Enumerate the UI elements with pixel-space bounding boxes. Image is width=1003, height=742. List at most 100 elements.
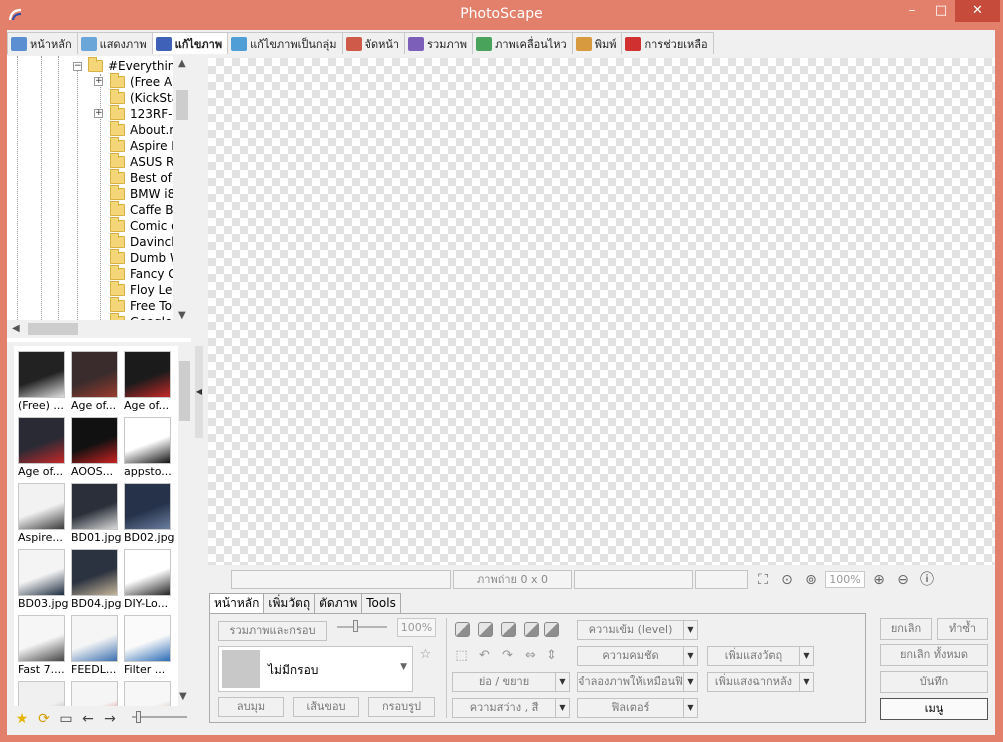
scroll-down-icon[interactable]: ▼ — [179, 691, 187, 702]
scroll-up-icon[interactable]: ▲ — [178, 58, 186, 69]
edit-tab-2[interactable]: ตัดภาพ — [314, 593, 363, 613]
tree-item[interactable]: +123RF-B — [94, 105, 180, 122]
filter-dropdown[interactable]: ฟิลเตอร์ ▼ — [577, 698, 698, 718]
rotate-right-icon[interactable]: ↷ — [499, 647, 516, 664]
thumbnail-item[interactable] — [67, 679, 120, 706]
chevron-down-icon[interactable]: ▼ — [556, 698, 570, 718]
main-tab-0[interactable]: หน้าหลัก — [7, 32, 78, 54]
tree-horizontal-scrollbar[interactable]: ◀ — [7, 320, 191, 338]
thumbnail-image[interactable] — [124, 417, 171, 464]
thumbnail-image[interactable] — [71, 417, 118, 464]
thumbnail-image[interactable] — [71, 615, 118, 662]
zoom-in-icon[interactable]: ⊕ — [869, 570, 889, 590]
thumbnail-item[interactable]: BD01.jpg — [67, 481, 122, 547]
thumbnail-item[interactable]: BD04.jpg — [67, 547, 122, 613]
thumbnail-image[interactable] — [71, 351, 118, 398]
thumbnail-size-slider[interactable] — [132, 711, 187, 723]
main-tab-3[interactable]: แก้ไขภาพเป็นกลุ่ม — [227, 32, 343, 54]
redo-button[interactable]: ทำซ้ำ — [937, 618, 988, 640]
edit-tab-3[interactable]: Tools — [361, 593, 401, 613]
undo-all-button[interactable]: ยกเลิก ทั้งหมด — [880, 644, 988, 666]
tree-item[interactable]: (KickSta — [110, 89, 179, 106]
tree-item[interactable]: Davinchi — [110, 233, 182, 250]
scroll-thumb[interactable] — [179, 361, 190, 421]
main-tab-4[interactable]: จัดหน้า — [341, 32, 406, 54]
frame-line-button[interactable]: กรอบรูป — [368, 697, 435, 717]
thumbnail-item[interactable]: Age of... — [14, 415, 67, 481]
thumbnail-item[interactable]: Fast 7.... — [14, 613, 67, 679]
tree-item[interactable]: Dumb W — [110, 249, 182, 266]
thumbnail-image[interactable] — [18, 615, 65, 662]
tree-item[interactable]: BMW i8 — [110, 185, 175, 202]
level-dropdown[interactable]: ความเข้ม (level) ▼ — [577, 620, 698, 640]
flip-vertical-icon[interactable]: ⇕ — [543, 647, 560, 664]
edit-tab-1[interactable]: เพิ่มวัตถุ — [263, 593, 316, 613]
chevron-down-icon[interactable]: ▼ — [684, 646, 698, 666]
thumbnail-item[interactable]: BD02.jpg — [120, 481, 175, 547]
thumbnail-item[interactable]: Filter ... — [120, 613, 173, 679]
thumbnail-image[interactable] — [124, 615, 171, 662]
tree-item[interactable]: ASUS RC — [110, 153, 182, 170]
thumbnail-image[interactable] — [124, 483, 171, 530]
collapse-icon[interactable]: − — [73, 61, 82, 71]
thumbnail-item[interactable]: BD03.jpg — [14, 547, 69, 613]
thumbnail-item[interactable]: DIY-Lo... — [120, 547, 173, 613]
thumbnail-image[interactable] — [124, 351, 171, 398]
auto-contrast-icon[interactable] — [478, 622, 493, 637]
film-effect-dropdown[interactable]: จำลองภาพให้เหมือนฟิล์ม ▼ — [577, 672, 698, 692]
thumbnail-item[interactable]: Age of... — [120, 349, 173, 415]
folder-view-icon[interactable]: ▭ — [56, 711, 76, 727]
thumbnail-item[interactable]: Age of... — [67, 349, 120, 415]
image-canvas[interactable] — [208, 58, 995, 565]
thumbnail-image[interactable] — [18, 483, 65, 530]
favorite-star-icon[interactable]: ★ — [12, 711, 32, 727]
refresh-icon[interactable]: ⟳ — [34, 711, 54, 727]
chevron-down-icon[interactable]: ▼ — [556, 672, 570, 692]
main-tab-2[interactable]: แก้ไขภาพ — [151, 32, 229, 54]
chevron-down-icon[interactable]: ▼ — [800, 672, 814, 692]
back-arrow-icon[interactable]: ← — [78, 711, 98, 727]
chevron-down-icon[interactable]: ▼ — [684, 620, 698, 640]
thumbnail-item[interactable]: (Free) ... — [14, 349, 67, 415]
info-icon[interactable]: ⓘ — [917, 570, 937, 590]
thumbnail-image[interactable] — [124, 549, 171, 596]
thumbnail-scrollbar[interactable]: ▼ — [178, 346, 191, 706]
tree-item[interactable]: Floy Leg — [110, 281, 180, 298]
tree-item[interactable]: Free Tou — [110, 297, 180, 314]
thumbnail-item[interactable]: Aspire... — [14, 481, 67, 547]
thumbnail-item[interactable]: appsto... — [120, 415, 173, 481]
scroll-thumb[interactable] — [28, 323, 78, 335]
main-tab-7[interactable]: พิมพ์ — [571, 32, 623, 54]
chevron-down-icon[interactable]: ▼ — [684, 698, 698, 718]
thumbnail-image[interactable] — [124, 681, 171, 706]
backlight-background-dropdown[interactable]: เพิ่มแสงฉากหลัง ▼ — [707, 672, 814, 692]
scroll-left-icon[interactable]: ◀ — [12, 323, 20, 334]
actual-size-icon[interactable]: ⊙ — [777, 570, 797, 590]
flip-horizontal-icon[interactable]: ⇔ — [522, 647, 539, 664]
zoom-fit-icon[interactable]: ⊚ — [801, 570, 821, 590]
brighten-icon[interactable] — [544, 622, 559, 637]
thumbnail-image[interactable] — [18, 417, 65, 464]
expand-icon[interactable]: + — [94, 109, 103, 118]
forward-arrow-icon[interactable]: → — [100, 711, 120, 727]
expand-icon[interactable]: + — [94, 77, 103, 86]
round-corner-button[interactable]: ลบมุม — [218, 697, 284, 717]
maximize-button[interactable]: □ — [927, 0, 955, 22]
thumbnail-image[interactable] — [71, 483, 118, 530]
chevron-down-icon[interactable]: ▼ — [684, 672, 698, 692]
tree-vertical-scrollbar[interactable]: ▲ ▼ — [173, 56, 191, 326]
tree-item[interactable]: Fancy Gi — [110, 265, 181, 282]
main-tab-1[interactable]: แสดงภาพ — [76, 32, 153, 54]
darken-icon[interactable] — [524, 622, 539, 637]
menu-button[interactable]: เมนู — [880, 698, 988, 720]
minimize-button[interactable]: – — [897, 0, 927, 22]
auto-level-icon[interactable] — [455, 622, 470, 637]
main-tab-6[interactable]: ภาพเคลื่อนไหว — [472, 32, 573, 54]
scroll-thumb[interactable] — [176, 90, 188, 120]
close-button[interactable]: ✕ — [955, 0, 1000, 22]
chevron-down-icon[interactable]: ▼ — [800, 646, 814, 666]
undo-button[interactable]: ยกเลิก — [880, 618, 932, 640]
merge-frame-button[interactable]: รวมภาพและกรอบ — [218, 621, 327, 641]
frame-percent-field[interactable]: 100% — [397, 618, 436, 637]
border-button[interactable]: เส้นขอบ — [293, 697, 359, 717]
